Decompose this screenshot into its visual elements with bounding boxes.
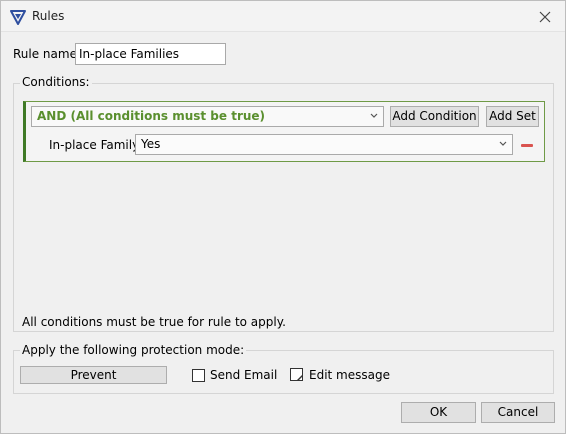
condition-value-text: Yes xyxy=(141,137,161,151)
rules-dialog: Rules Rule name: In-place Families Condi… xyxy=(0,0,566,434)
operator-selected-text: AND (All conditions must be true) xyxy=(37,109,266,123)
prevent-button[interactable]: Prevent xyxy=(20,366,167,384)
remove-condition-icon[interactable] xyxy=(521,144,533,147)
conditions-footer-note: All conditions must be true for rule to … xyxy=(22,315,286,329)
chevron-down-icon xyxy=(370,113,378,118)
send-email-label: Send Email xyxy=(210,368,278,382)
ok-button[interactable]: OK xyxy=(401,402,476,423)
add-condition-button[interactable]: Add Condition xyxy=(390,106,479,127)
title-bar: Rules xyxy=(1,1,565,32)
condition-row-label: In-place Family: xyxy=(49,138,143,152)
rule-name-input[interactable]: In-place Families xyxy=(75,43,226,65)
close-icon xyxy=(539,11,551,22)
cancel-button[interactable]: Cancel xyxy=(481,402,555,423)
app-logo-icon xyxy=(10,9,26,25)
rule-name-label: Rule name: xyxy=(13,47,82,61)
edit-message-label: Edit message xyxy=(309,368,390,382)
conditions-legend: Conditions: xyxy=(20,75,92,89)
add-set-button[interactable]: Add Set xyxy=(486,106,539,127)
close-button[interactable] xyxy=(525,1,565,32)
protection-legend: Apply the following protection mode: xyxy=(20,343,247,357)
condition-value-select[interactable]: Yes xyxy=(135,134,513,155)
edit-message-icon[interactable] xyxy=(290,368,304,382)
operator-select[interactable]: AND (All conditions must be true) xyxy=(31,106,384,127)
send-email-checkbox[interactable] xyxy=(192,369,205,382)
chevron-down-icon xyxy=(499,141,507,146)
window-title: Rules xyxy=(32,9,65,23)
